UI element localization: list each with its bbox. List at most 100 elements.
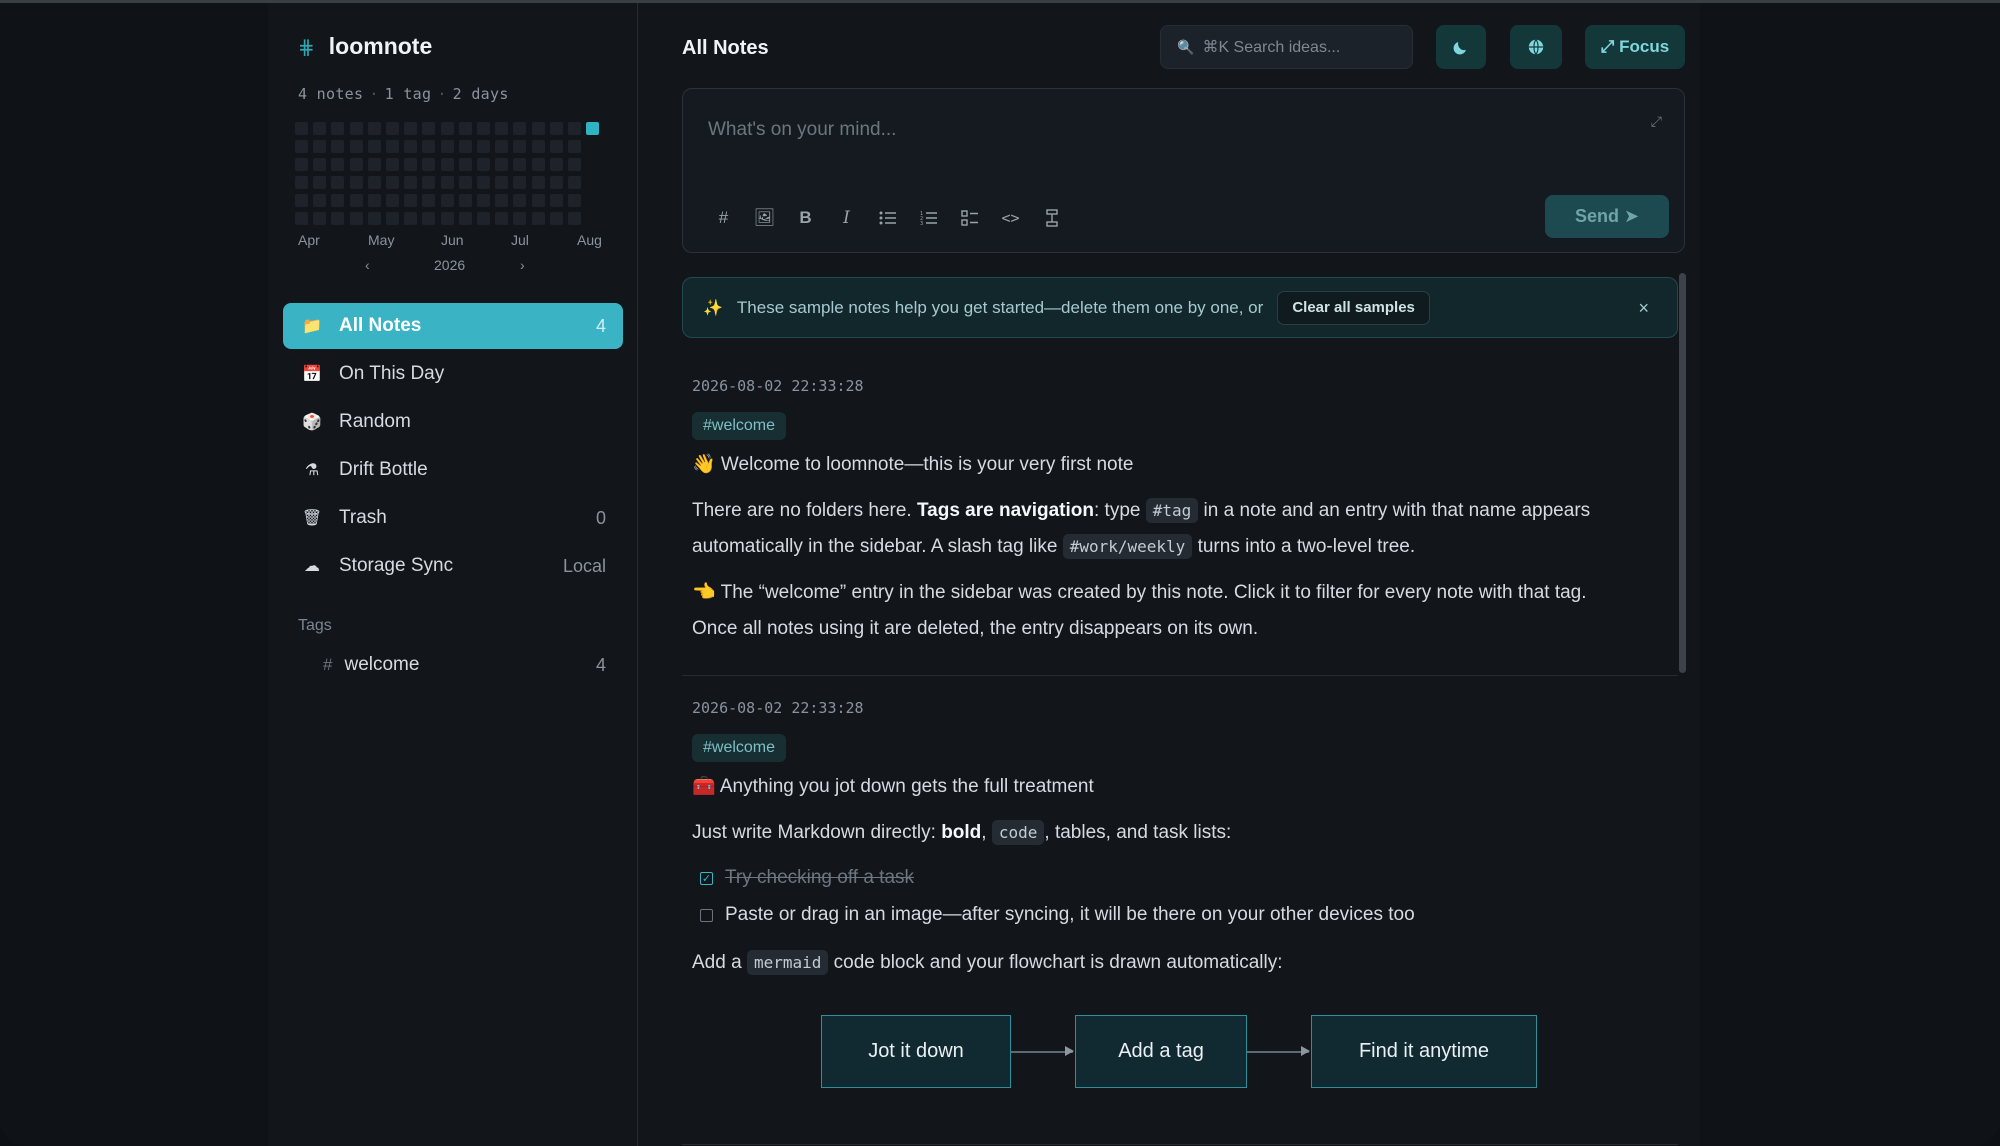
heatmap-cell[interactable] bbox=[549, 176, 563, 189]
heatmap-cell[interactable] bbox=[386, 194, 399, 207]
heatmap-cell[interactable] bbox=[349, 140, 363, 153]
heatmap-cell[interactable] bbox=[386, 176, 399, 189]
heatmap-cell[interactable] bbox=[568, 140, 581, 153]
heatmap-cell[interactable] bbox=[440, 194, 454, 207]
heatmap-cell[interactable] bbox=[331, 158, 345, 171]
heatmap-cell[interactable] bbox=[549, 212, 563, 225]
heatmap-cell[interactable] bbox=[513, 158, 527, 171]
heatmap-cell[interactable] bbox=[386, 122, 399, 135]
heatmap-cell[interactable] bbox=[349, 212, 363, 225]
heatmap-cell[interactable] bbox=[458, 122, 472, 135]
heatmap-cell[interactable] bbox=[295, 176, 308, 189]
heatmap-cell[interactable] bbox=[440, 122, 454, 135]
heatmap-cell[interactable] bbox=[495, 140, 509, 153]
heatmap-cell[interactable] bbox=[331, 140, 345, 153]
heatmap-cell[interactable] bbox=[386, 212, 399, 225]
italic-button[interactable]: I bbox=[826, 203, 867, 233]
heatmap-cell[interactable] bbox=[458, 176, 472, 189]
close-icon[interactable]: × bbox=[1638, 298, 1649, 319]
heatmap-cell[interactable] bbox=[513, 212, 527, 225]
heatmap-cell[interactable] bbox=[458, 140, 472, 153]
heatmap-cell[interactable] bbox=[568, 158, 581, 171]
bullet-list-button[interactable] bbox=[867, 203, 908, 233]
heatmap-cell[interactable] bbox=[495, 158, 509, 171]
heatmap-cell[interactable] bbox=[331, 212, 345, 225]
tag-insert-button[interactable]: # bbox=[703, 203, 744, 233]
heatmap-cell[interactable] bbox=[549, 194, 563, 207]
heatmap-cell[interactable] bbox=[531, 194, 545, 207]
heatmap-cell[interactable] bbox=[440, 140, 454, 153]
image-insert-button[interactable]: 🖼 bbox=[744, 203, 785, 233]
heatmap-cell[interactable] bbox=[331, 194, 345, 207]
scrollbar-thumb[interactable] bbox=[1679, 273, 1686, 673]
heatmap-cell[interactable] bbox=[404, 176, 418, 189]
heatmap-cell[interactable] bbox=[568, 122, 581, 135]
heatmap-cell[interactable] bbox=[513, 194, 527, 207]
heatmap-cell[interactable] bbox=[586, 122, 600, 135]
heatmap-cell[interactable] bbox=[531, 176, 545, 189]
heatmap-cell[interactable] bbox=[531, 140, 545, 153]
year-next-icon[interactable]: › bbox=[520, 257, 525, 273]
year-prev-icon[interactable]: ‹ bbox=[365, 257, 370, 273]
heatmap-cell[interactable] bbox=[367, 176, 381, 189]
heatmap-cell[interactable] bbox=[495, 176, 509, 189]
heatmap-cell[interactable] bbox=[531, 158, 545, 171]
heatmap-cell[interactable] bbox=[495, 122, 509, 135]
heatmap-cell[interactable] bbox=[404, 194, 418, 207]
heatmap-cell[interactable] bbox=[477, 176, 490, 189]
heatmap-cell[interactable] bbox=[477, 158, 490, 171]
heatmap-cell[interactable] bbox=[422, 122, 436, 135]
heatmap-cell[interactable] bbox=[313, 212, 327, 225]
heatmap-cell[interactable] bbox=[477, 140, 490, 153]
theme-toggle-button[interactable] bbox=[1436, 25, 1486, 69]
sidebar-item-all-notes[interactable]: 📁 All Notes 4 bbox=[283, 303, 623, 349]
heatmap-cell[interactable] bbox=[331, 122, 345, 135]
heatmap-cell[interactable] bbox=[404, 212, 418, 225]
heatmap-cell[interactable] bbox=[295, 212, 308, 225]
heatmap-cell[interactable] bbox=[295, 140, 308, 153]
heatmap-cell[interactable] bbox=[422, 140, 436, 153]
heatmap-cell[interactable] bbox=[295, 194, 308, 207]
heatmap-cell[interactable] bbox=[531, 122, 545, 135]
heatmap-cell[interactable] bbox=[349, 158, 363, 171]
sidebar-tag-welcome[interactable]: # welcome 4 bbox=[283, 644, 623, 686]
task-list-button[interactable] bbox=[949, 203, 990, 233]
heatmap-cell[interactable] bbox=[568, 212, 581, 225]
heatmap-cell[interactable] bbox=[513, 140, 527, 153]
heatmap-cell[interactable] bbox=[549, 122, 563, 135]
heatmap-cell[interactable] bbox=[513, 176, 527, 189]
heatmap-cell[interactable] bbox=[422, 212, 436, 225]
heatmap-cell[interactable] bbox=[549, 140, 563, 153]
clear-samples-button[interactable]: Clear all samples bbox=[1277, 290, 1430, 325]
heatmap-cell[interactable] bbox=[386, 140, 399, 153]
heatmap-cell[interactable] bbox=[568, 194, 581, 207]
heatmap-cell[interactable] bbox=[386, 158, 399, 171]
expand-icon[interactable]: ⤢ bbox=[1651, 113, 1662, 130]
heatmap-cell[interactable] bbox=[349, 122, 363, 135]
heatmap-cell[interactable] bbox=[367, 212, 381, 225]
search-input[interactable]: 🔍 ⌘K Search ideas... bbox=[1160, 25, 1413, 69]
heatmap-cell[interactable] bbox=[367, 140, 381, 153]
language-button[interactable] bbox=[1510, 25, 1562, 69]
focus-button[interactable]: ⤢ Focus bbox=[1585, 25, 1685, 69]
heatmap-cell[interactable] bbox=[458, 212, 472, 225]
sidebar-item-drift-bottle[interactable]: ⚗ Drift Bottle bbox=[283, 447, 623, 493]
heatmap-cell[interactable] bbox=[349, 176, 363, 189]
note-composer[interactable]: What's on your mind... ⤢ # 🖼 B I 123 <> bbox=[682, 88, 1685, 253]
heatmap-cell[interactable] bbox=[531, 212, 545, 225]
task-checkbox[interactable]: ✓ bbox=[700, 871, 713, 885]
heatmap-cell[interactable] bbox=[513, 122, 527, 135]
heatmap-cell[interactable] bbox=[422, 194, 436, 207]
heatmap-cell[interactable] bbox=[367, 158, 381, 171]
mermaid-button[interactable] bbox=[1031, 203, 1072, 233]
heatmap-cell[interactable] bbox=[440, 212, 454, 225]
heatmap-cell[interactable] bbox=[495, 212, 509, 225]
send-button[interactable]: Send ➤ bbox=[1545, 195, 1669, 238]
note-tag-chip[interactable]: #welcome bbox=[692, 734, 787, 762]
heatmap-cell[interactable] bbox=[367, 122, 381, 135]
sidebar-item-storage-sync[interactable]: ☁ Storage Sync Local bbox=[283, 543, 623, 589]
task-checkbox[interactable] bbox=[700, 908, 713, 922]
heatmap-cell[interactable] bbox=[440, 176, 454, 189]
heatmap-cell[interactable] bbox=[313, 194, 327, 207]
heatmap-cell[interactable] bbox=[295, 158, 308, 171]
